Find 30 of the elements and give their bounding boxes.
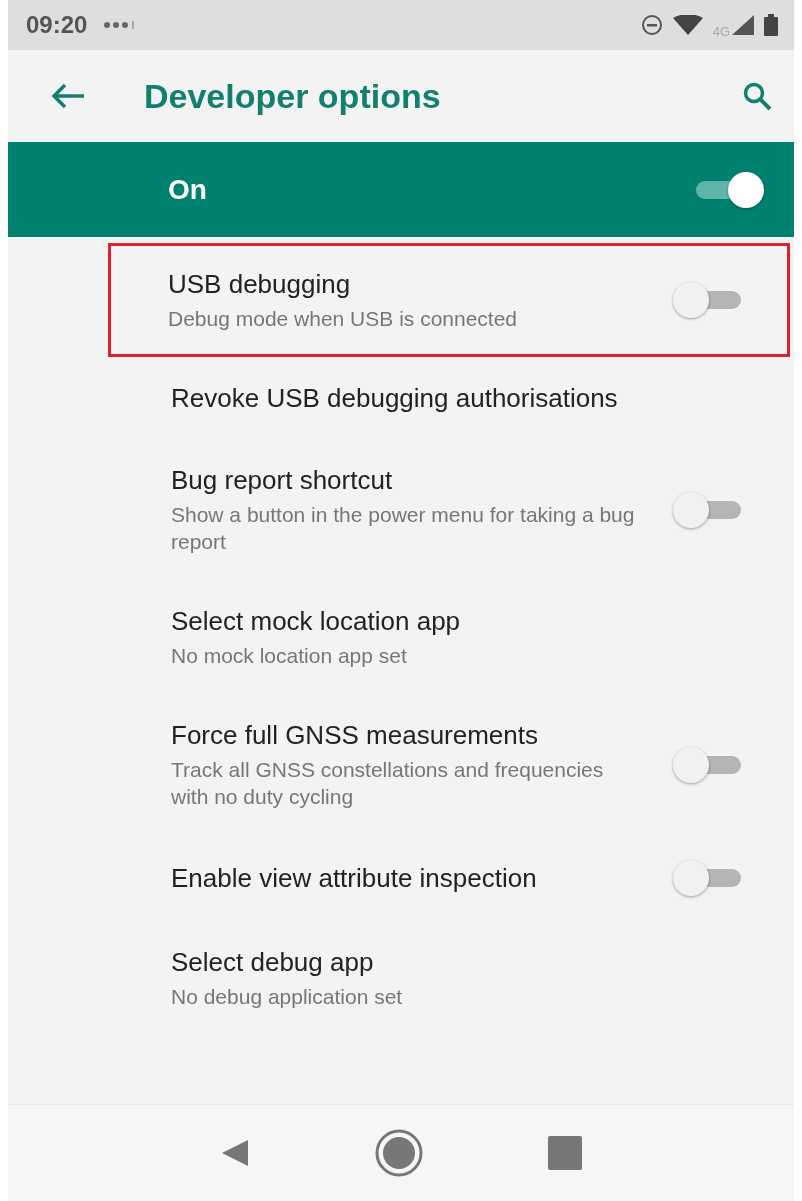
setting-row[interactable]: Enable view attribute inspection <box>8 835 790 922</box>
setting-title: USB debugging <box>168 268 352 301</box>
back-arrow-icon[interactable] <box>50 82 86 110</box>
master-switch-label: On <box>168 173 207 206</box>
home-nav-icon[interactable] <box>374 1128 424 1178</box>
do-not-disturb-icon <box>640 14 663 36</box>
setting-row[interactable]: Force full GNSS measurements Track all GNSS constellations and frequencies with no duty cycling <box>8 694 790 836</box>
search-icon[interactable] <box>742 81 772 111</box>
setting-row[interactable]: Revoke USB debugging authorisations <box>8 356 790 440</box>
battery-icon <box>764 14 778 36</box>
screen-title: Developer options <box>144 76 441 116</box>
setting-subtitle: Show a button in the power menu for taking a bug report <box>171 501 636 556</box>
setting-title: Force full GNSS measurements <box>171 719 539 752</box>
setting-title: Bug report shortcut <box>171 464 394 497</box>
setting-title: Revoke USB debugging authorisations <box>171 381 619 415</box>
setting-row[interactable]: Select mock location app No mock location app set <box>8 580 790 695</box>
highlighted-setting-row[interactable]: USB debugging Debug mode when USB is connected <box>108 243 790 357</box>
setting-subtitle: Track all GNSS constellations and frequencies with no duty cycling <box>171 756 605 810</box>
setting-row[interactable]: Bug report shortcut Show a button in the power menu for taking a bug report <box>8 439 790 581</box>
setting-title: Enable view attribute inspection <box>171 862 538 895</box>
status-time: 09:20 <box>26 11 88 39</box>
setting-row[interactable]: Select debug app No debug application set <box>8 921 790 1036</box>
setting-title: Select debug app <box>171 946 375 979</box>
signal-icon <box>732 15 754 35</box>
setting-subtitle: No debug application set <box>171 983 404 1010</box>
back-nav-icon[interactable] <box>220 1138 250 1168</box>
setting-title: Select mock location app <box>171 605 462 638</box>
wifi-icon <box>672 15 703 35</box>
setting-subtitle: No mock location app set <box>171 642 408 669</box>
setting-subtitle: Debug mode when USB is connected <box>168 305 519 332</box>
